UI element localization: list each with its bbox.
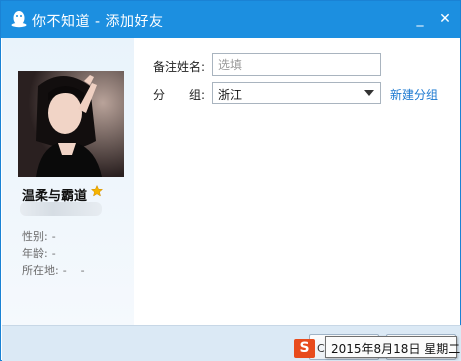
ime-mode-letter: C xyxy=(317,342,325,355)
gender-row: 性别: - xyxy=(22,228,56,244)
blurred-signature xyxy=(20,202,102,216)
minimize-button[interactable]: _ xyxy=(409,8,431,30)
group-select-value: 浙江 xyxy=(218,88,243,102)
location-row: 所在地: - - xyxy=(22,262,85,278)
gender-label: 性别: xyxy=(22,230,48,243)
qq-penguin-icon xyxy=(11,11,27,28)
sogou-ime-icon[interactable]: S xyxy=(294,339,315,358)
new-group-link[interactable]: 新建分组 xyxy=(390,86,438,103)
group-label: 分 组: xyxy=(153,88,206,102)
add-friend-dialog: 你不知道 - 添加好友 _ ✕ 温柔与霸道 性别: - 年龄: - 所在地: -… xyxy=(0,0,461,361)
datetime-tooltip: 2015年8月18日 星期二 xyxy=(325,336,460,358)
profile-panel: 温柔与霸道 性别: - 年龄: - 所在地: - - xyxy=(2,38,134,325)
remark-label: 备注姓名: xyxy=(153,60,206,74)
remark-input[interactable] xyxy=(212,53,381,76)
age-value: - xyxy=(51,247,56,260)
title-bar[interactable]: 你不知道 - 添加好友 _ ✕ xyxy=(1,1,460,38)
location-label: 所在地: xyxy=(22,264,59,277)
chevron-down-icon[interactable] xyxy=(364,90,374,96)
window-title: 你不知道 - 添加好友 xyxy=(32,14,164,30)
star-icon xyxy=(91,185,103,197)
avatar[interactable] xyxy=(18,71,124,177)
location-value: - - xyxy=(62,264,85,277)
close-button[interactable]: ✕ xyxy=(434,8,456,30)
age-row: 年龄: - xyxy=(22,245,56,261)
avatar-photo xyxy=(18,71,124,177)
gender-value: - xyxy=(51,230,56,243)
age-label: 年龄: xyxy=(22,247,48,260)
group-select[interactable]: 浙江 xyxy=(212,82,381,104)
